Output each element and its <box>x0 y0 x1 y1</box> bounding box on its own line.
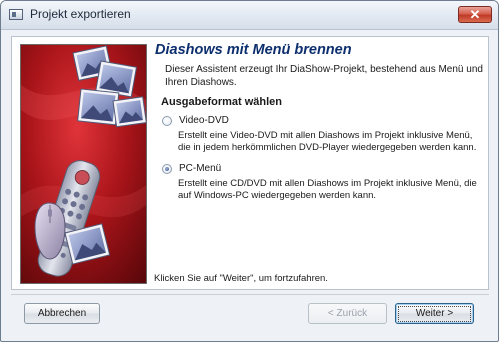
close-icon: ✕ <box>469 7 481 22</box>
wizard-side-image <box>20 44 147 284</box>
option-label: Video-DVD <box>179 115 229 126</box>
radio-pc-menu[interactable] <box>162 163 172 174</box>
continue-hint: Klicken Sie auf "Weiter", um fortzufahre… <box>154 273 328 284</box>
option-pc-menu[interactable]: PC-Menü <box>162 163 221 174</box>
section-title: Ausgabeformat wählen <box>161 96 283 108</box>
option-description: Erstellt eine Video-DVD mit allen Diasho… <box>178 130 477 153</box>
option-description: Erstellt eine CD/DVD mit allen Diashows … <box>178 178 477 201</box>
cancel-button-label: Abbrechen <box>37 308 87 319</box>
cancel-button[interactable]: Abbrechen <box>24 303 100 324</box>
option-label: PC-Menü <box>179 163 222 174</box>
window-icon <box>9 9 23 20</box>
option-video-dvd[interactable]: Video-DVD <box>162 115 229 126</box>
wizard-illustration <box>21 45 146 283</box>
back-button[interactable]: < Zurück <box>308 303 387 324</box>
page-title: Diashows mit Menü brennen <box>155 42 352 58</box>
intro-text: Dieser Assistent erzeugt Ihr DiaShow-Pro… <box>165 64 483 88</box>
export-dialog: Projekt exportieren ✕ Diashows mit Menü … <box>0 0 499 342</box>
back-button-label: < Zurück <box>327 308 368 319</box>
title-bar: Projekt exportieren ✕ <box>1 1 498 30</box>
window-title: Projekt exportieren <box>30 7 131 21</box>
next-button-label: Weiter > <box>397 306 472 322</box>
next-button[interactable]: Weiter > <box>395 303 474 324</box>
wizard-page: Diashows mit Menü brennen Dieser Assiste… <box>11 36 489 290</box>
close-button[interactable]: ✕ <box>458 6 492 23</box>
footer-divider <box>11 294 489 295</box>
radio-video-dvd[interactable] <box>162 115 172 126</box>
